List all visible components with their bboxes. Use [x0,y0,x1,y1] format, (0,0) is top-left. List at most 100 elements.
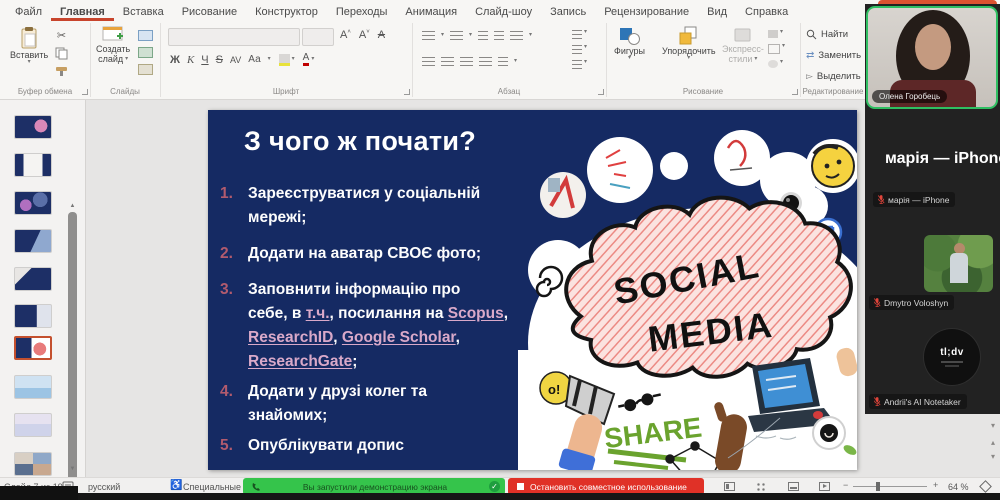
cut-button[interactable]: ✂ [55,29,68,42]
strikethrough-button[interactable]: S [216,54,223,66]
slideshow-button[interactable] [819,482,830,491]
font-name-combo[interactable] [168,28,300,46]
next-slide-button[interactable]: ▾ [987,452,999,461]
scrollbar-down-arrow[interactable]: ▾ [987,421,999,430]
slide-thumbnail[interactable] [14,229,52,253]
tab-design[interactable]: Конструктор [246,2,327,21]
shape-effects-button[interactable] [768,60,778,68]
group-label-clipboard: Буфер обмена [0,87,90,96]
line-spacing-button[interactable] [510,31,523,40]
thumbnail-scroll-down-arrow[interactable]: ▼ [68,466,77,472]
reset-slide-button[interactable] [138,47,153,58]
zoom-in-button[interactable]: + [933,480,938,490]
notetaker-avatar[interactable]: tl;dv [924,329,980,385]
zoom-slider-track[interactable] [853,486,927,487]
slide-thumbnail[interactable] [14,413,52,437]
shrink-font-button[interactable]: А˅ [359,29,370,41]
link-researchid[interactable]: ResearchID [248,329,333,346]
accessibility-status[interactable]: Специальные [183,482,241,492]
change-case-button[interactable]: Аа [248,54,260,65]
tab-view[interactable]: Вид [698,2,736,21]
paste-button[interactable]: Вставить ▾ [10,26,48,65]
decrease-indent-button[interactable] [478,31,488,40]
tab-file[interactable]: Файл [6,2,51,21]
slide-thumbnail[interactable] [14,115,52,139]
thumbnail-scroll-up-arrow[interactable]: ▲ [68,203,77,209]
tab-transitions[interactable]: Переходы [327,2,397,21]
tab-review[interactable]: Рецензирование [595,2,698,21]
numbering-button[interactable] [450,31,463,40]
participant-body [950,253,968,283]
shape-fill-button[interactable] [768,30,778,38]
slide-sorter-view-button[interactable] [756,482,766,492]
thumbnail-scrollbar[interactable] [68,212,77,500]
font-dialog-launcher[interactable] [404,89,410,95]
bold-button[interactable]: Ж [170,54,180,66]
clipboard-dialog-launcher[interactable] [82,89,88,95]
find-button[interactable]: Найти [806,29,848,40]
group-label-font: Шрифт [160,87,412,96]
slide-thumbnail[interactable] [14,153,52,177]
link-google-scholar[interactable]: Google Scholar [342,329,456,346]
italic-button[interactable]: К [187,54,194,66]
zoom-out-button[interactable]: − [843,480,848,490]
current-slide[interactable]: З чого ж почати? 1. Зареєструватися у со… [208,110,857,470]
speaker-video-tile[interactable]: Олена Горобець [866,6,998,109]
underline-button[interactable]: Ч [201,54,208,66]
tab-help[interactable]: Справка [736,2,797,21]
previous-slide-button[interactable]: ▴ [987,438,999,447]
replace-button[interactable]: ⇄ Заменить [806,50,861,61]
paragraph-dialog-launcher[interactable] [598,89,604,95]
slide-thumbnail[interactable] [14,304,52,328]
muted-mic-icon [873,396,881,407]
convert-smartart-button[interactable] [572,60,582,69]
format-painter-button[interactable] [55,65,68,77]
tab-animations[interactable]: Анимация [396,2,466,21]
slide-thumbnail[interactable] [14,267,52,291]
select-button[interactable]: ▻ Выделить▾ [806,71,868,82]
columns-button[interactable] [498,57,508,66]
participant-video-dmytro[interactable] [924,235,993,292]
drawing-dialog-launcher[interactable] [792,89,798,95]
reading-view-button[interactable] [788,482,799,491]
justify-button[interactable] [479,57,492,66]
zoom-slider-thumb[interactable] [876,482,880,491]
slide-thumbnail[interactable] [14,452,52,476]
ribbon-tabs: Файл Главная Вставка Рисование Конструкт… [0,0,797,23]
slide-thumbnail-current[interactable] [14,336,52,360]
new-slide-button[interactable]: Создать слайд▾ [96,26,130,64]
increase-indent-button[interactable] [494,31,504,40]
align-center-button[interactable] [441,57,454,66]
shapes-button[interactable]: Фигуры▾ [614,26,645,61]
tab-slideshow[interactable]: Слайд-шоу [466,2,541,21]
tab-draw[interactable]: Рисование [173,2,246,21]
quick-styles-button[interactable]: Экспресс- стили▾ [722,26,764,64]
slide-thumbnail[interactable] [14,375,52,399]
text-highlight-button[interactable] [279,54,290,66]
character-spacing-button[interactable]: AV [230,55,241,65]
tab-insert[interactable]: Вставка [114,2,173,21]
tab-home[interactable]: Главная [51,2,114,21]
align-text-button[interactable] [572,45,582,54]
tab-record[interactable]: Запись [541,2,595,21]
fit-slide-to-window-button[interactable] [979,480,992,493]
slide-thumbnail[interactable] [14,191,52,215]
zoom-level[interactable]: 64 % [948,482,969,492]
slide-layout-button[interactable] [138,30,153,41]
link-researchgate[interactable]: ResearchGate [248,353,352,370]
copy-button[interactable] [55,47,68,60]
align-left-button[interactable] [422,57,435,66]
arrange-button[interactable]: Упорядочить▾ [662,26,716,61]
section-button[interactable] [138,64,153,75]
bullets-button[interactable] [422,31,435,40]
text-direction-button[interactable] [572,30,582,39]
align-right-button[interactable] [460,57,473,66]
shape-outline-button[interactable] [768,44,780,54]
language-indicator[interactable]: русский [88,482,120,492]
grow-font-button[interactable]: А˄ [340,29,351,41]
link-scopus[interactable]: Scopus [448,305,504,322]
normal-view-button[interactable] [724,482,735,491]
clear-formatting-button[interactable]: А [378,29,385,41]
font-size-combo[interactable] [302,28,334,46]
font-color-button[interactable]: А [303,53,310,66]
